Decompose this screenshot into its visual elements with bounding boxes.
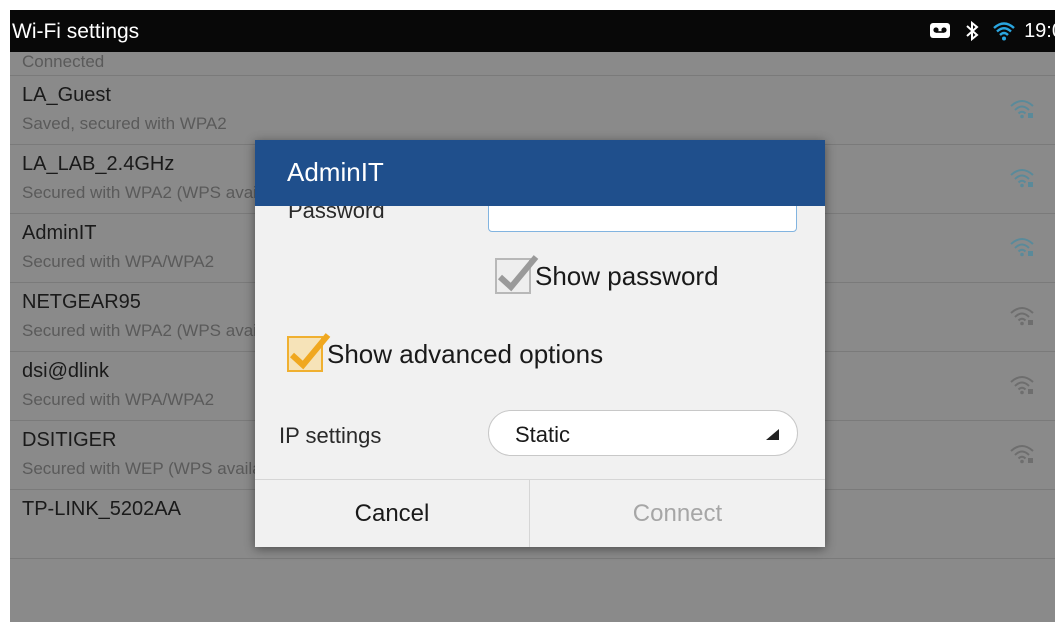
ip-settings-value: Static (515, 422, 571, 447)
wifi-icon (992, 19, 1016, 43)
wifi-signal-icon (1010, 238, 1034, 257)
connect-button[interactable]: Connect (530, 480, 825, 547)
wifi-signal-icon (1010, 445, 1034, 464)
wifi-settings-screen: Wi-Fi settings 19:0 Connected LA_Guest S… (10, 10, 1055, 622)
wifi-signal-icon (1010, 376, 1034, 395)
wifi-signal-icon (1010, 307, 1034, 326)
status-time: 19:0 (1024, 19, 1055, 42)
status-icons: 19:0 (928, 19, 1055, 43)
dialog-header: AdminIT (255, 140, 825, 206)
checkbox-box (287, 333, 331, 372)
voicemail-icon (928, 19, 952, 43)
network-row[interactable]: LA_Guest Saved, secured with WPA2 (10, 76, 1055, 145)
network-status: Connected (22, 52, 105, 71)
network-name: DSITIGER (22, 429, 117, 451)
status-bar-title: Wi-Fi settings (12, 20, 140, 43)
network-status: Secured with WPA/WPA2 (22, 390, 215, 409)
cancel-button[interactable]: Cancel (255, 480, 530, 547)
bluetooth-icon (960, 19, 984, 43)
dropdown-arrow-icon (766, 429, 779, 440)
network-status: Saved, secured with WPA2 (22, 114, 227, 133)
network-name: LA_Guest (22, 84, 111, 106)
show-advanced-checkbox[interactable]: Show advanced options (287, 333, 604, 372)
ip-settings-select[interactable]: Static (488, 410, 798, 456)
network-status: Secured with WPA/WPA2 (22, 252, 215, 271)
network-name: LA_LAB_2.4GHz (22, 153, 175, 175)
checkmark-icon (289, 333, 331, 370)
connect-dialog: AdminIT Password Show password Show adva… (255, 140, 825, 547)
network-name: dsi@dlink (22, 360, 110, 382)
network-name: AdminIT (22, 222, 97, 244)
ip-settings-label: IP settings (279, 423, 382, 448)
show-advanced-label: Show advanced options (327, 338, 604, 369)
show-password-label: Show password (535, 260, 719, 291)
dialog-title: AdminIT (287, 157, 384, 187)
network-name: NETGEAR95 (22, 291, 141, 313)
wifi-signal-icon (1010, 169, 1034, 188)
checkmark-icon (497, 255, 539, 292)
network-status: Secured with WEP (WPS available) (22, 459, 291, 478)
show-password-checkbox[interactable]: Show password (495, 255, 719, 294)
status-bar: Wi-Fi settings 19:0 (10, 10, 1055, 52)
wifi-signal-icon (1010, 100, 1034, 119)
dialog-button-bar: Cancel Connect (255, 479, 825, 547)
network-row-connected[interactable]: Connected (10, 52, 1055, 76)
network-name: TP-LINK_5202AA (22, 498, 181, 520)
checkbox-box (495, 255, 539, 294)
